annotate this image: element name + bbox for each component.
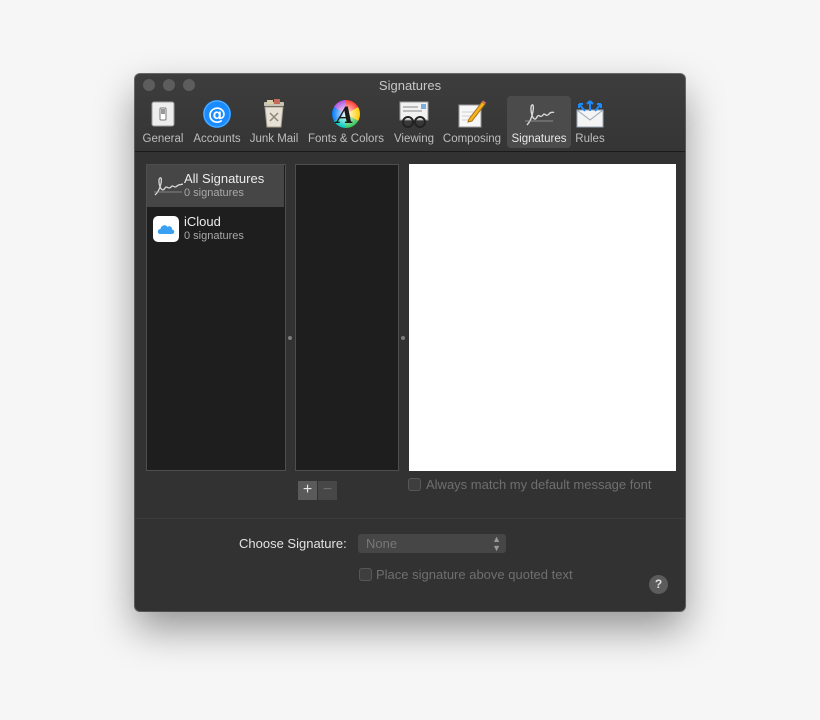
icloud-icon — [153, 216, 179, 242]
at-sign-icon: @ — [201, 98, 233, 130]
toolbar-item-fonts-colors[interactable]: A Fonts & Colors — [305, 96, 387, 148]
chevron-updown-icon: ▲ ▼ — [492, 534, 501, 553]
toolbar-item-composing[interactable]: Composing — [440, 96, 504, 148]
signature-icon — [523, 98, 555, 130]
envelope-arrows-icon — [574, 98, 606, 130]
toolbar-label: Fonts & Colors — [307, 133, 385, 145]
place-above-checkbox[interactable] — [359, 568, 372, 581]
toolbar-label: Rules — [575, 133, 605, 145]
toolbar-item-accounts[interactable]: @ Accounts — [189, 96, 245, 148]
pencil-note-icon — [456, 98, 488, 130]
toolbar-item-junk-mail[interactable]: Junk Mail — [246, 96, 302, 148]
toolbar-label: Composing — [442, 133, 502, 145]
preferences-window: Signatures General @ Accounts Junk Mail … — [135, 74, 685, 611]
account-signature-count: 0 signatures — [184, 187, 244, 199]
match-font-label: Always match my default message font — [426, 477, 652, 492]
glasses-icon — [398, 98, 430, 130]
toolbar-label: General — [142, 133, 184, 145]
choose-signature-select[interactable]: None ▲ ▼ — [358, 534, 506, 553]
svg-text:@: @ — [208, 104, 226, 125]
toolbar-item-signatures[interactable]: Signatures — [507, 96, 571, 148]
signature-preview[interactable] — [409, 164, 676, 471]
split-handle[interactable] — [288, 336, 292, 340]
add-signature-button[interactable]: + — [298, 481, 317, 500]
accounts-list[interactable]: All Signatures 0 signatures iCloud 0 sig… — [146, 164, 286, 471]
toolbar-item-general[interactable]: General — [141, 96, 185, 148]
account-signature-count: 0 signatures — [184, 230, 244, 242]
account-item-icloud[interactable]: iCloud 0 signatures — [147, 208, 284, 250]
switch-icon — [147, 98, 179, 130]
toolbar-label: Accounts — [193, 133, 241, 145]
window-title: Signatures — [378, 78, 442, 93]
select-value: None — [366, 536, 398, 551]
help-button[interactable]: ? — [649, 575, 668, 594]
account-item-all-signatures[interactable]: All Signatures 0 signatures — [147, 165, 284, 207]
signature-list[interactable] — [295, 164, 399, 471]
color-wheel-icon: A — [330, 98, 362, 130]
account-name: All Signatures — [184, 171, 265, 186]
remove-signature-button[interactable]: − — [318, 481, 337, 500]
split-handle[interactable] — [401, 336, 405, 340]
trash-bin-icon — [258, 98, 290, 130]
toolbar-label: Viewing — [393, 133, 435, 145]
match-font-checkbox[interactable] — [408, 478, 421, 491]
toolbar-item-viewing[interactable]: Viewing — [391, 96, 437, 148]
toolbar-label: Junk Mail — [249, 133, 299, 145]
signature-icon — [153, 173, 184, 199]
svg-text:A: A — [334, 103, 353, 129]
section-divider — [135, 518, 685, 519]
account-name: iCloud — [184, 214, 221, 229]
place-above-label: Place signature above quoted text — [376, 567, 573, 582]
title-bar: Signatures General @ Accounts Junk Mail … — [135, 74, 685, 152]
add-remove-control: + − — [298, 481, 337, 500]
toolbar-label: Signatures — [511, 133, 567, 145]
toolbar-item-rules[interactable]: Rules — [572, 96, 608, 148]
choose-signature-label: Choose Signature: — [239, 536, 347, 551]
